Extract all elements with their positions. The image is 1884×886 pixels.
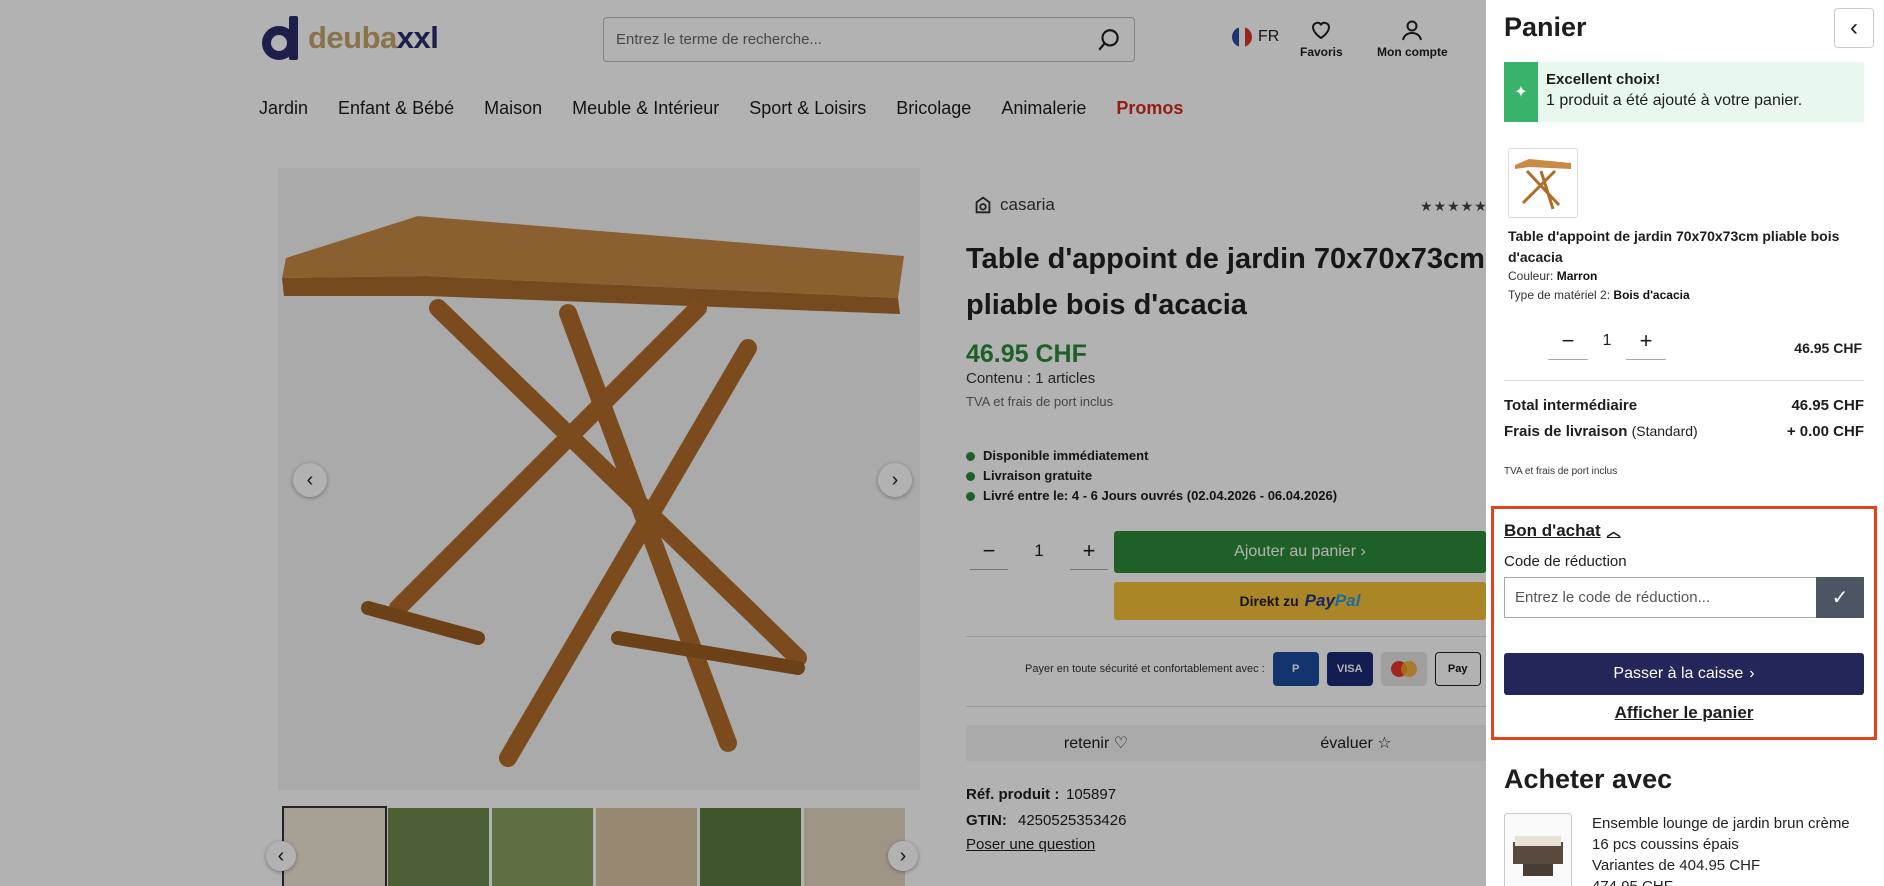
buy-with-heading: Acheter avec xyxy=(1504,764,1673,794)
quantity-value[interactable]: 1 xyxy=(1588,332,1626,350)
checkout-button[interactable]: Passer à la caisse › xyxy=(1504,653,1864,695)
notice-title: Excellent choix! xyxy=(1546,71,1661,88)
recommendation-text[interactable]: Ensemble lounge de jardin brun crème 16 … xyxy=(1592,813,1872,886)
table-thumbnail xyxy=(1515,159,1571,210)
divider xyxy=(1504,380,1864,381)
cart-title: Panier xyxy=(1504,12,1587,42)
shipping-type: (Standard) xyxy=(1631,423,1698,439)
recommendation-image[interactable] xyxy=(1504,813,1572,886)
tva-note: TVA et frais de port inclus xyxy=(1504,466,1618,477)
chevron-left-icon: ‹ xyxy=(1850,14,1858,41)
shipping-row: Frais de livraison (Standard) + 0.00 CHF xyxy=(1504,423,1864,440)
subtotal-row: Total intermédiaire 46.95 CHF xyxy=(1504,397,1864,414)
rec-line: 474.95 CHF xyxy=(1592,876,1872,886)
apply-code-button[interactable]: ✓ xyxy=(1816,577,1864,618)
rec-line: 16 pcs coussins épais xyxy=(1592,836,1739,853)
decrease-button[interactable]: − xyxy=(1548,322,1588,360)
close-drawer-button[interactable]: ‹ xyxy=(1834,8,1874,48)
shipping-label: Frais de livraison xyxy=(1504,423,1628,440)
voucher-toggle[interactable]: Bon d'achat ︿ xyxy=(1504,521,1621,541)
rec-line: Ensemble lounge de jardin brun crème xyxy=(1592,815,1850,832)
cart-item-color: Couleur: Marron xyxy=(1508,269,1598,283)
voucher-label: Bon d'achat xyxy=(1504,521,1601,540)
cart-item-name[interactable]: Table d'appoint de jardin 70x70x73cm pli… xyxy=(1508,226,1868,268)
chevron-up-icon: ︿ xyxy=(1606,523,1621,539)
cart-item-image[interactable] xyxy=(1508,148,1578,218)
cart-item-material: Type de matériel 2: Bois d'acacia xyxy=(1508,288,1690,302)
checkout-label: Passer à la caisse xyxy=(1613,665,1744,682)
notice-text: 1 produit a été ajouté à votre panier. xyxy=(1546,92,1803,109)
lounge-set-thumbnail xyxy=(1513,836,1563,876)
shipping-value: + 0.00 CHF xyxy=(1786,423,1864,440)
view-cart-link[interactable]: Afficher le panier xyxy=(1504,703,1864,723)
added-notice: ✦ Excellent choix! 1 produit a été ajouté… xyxy=(1504,62,1864,122)
page-overlay[interactable] xyxy=(0,0,1486,886)
subtotal-label: Total intermédiaire xyxy=(1504,397,1638,414)
cart-item-price: 46.95 CHF xyxy=(1794,340,1862,356)
rec-line: Variantes de 404.95 CHF xyxy=(1592,857,1761,874)
discount-code-field: ✓ xyxy=(1504,577,1864,618)
chevron-right-icon: › xyxy=(1749,665,1755,682)
cart-drawer: Panier ‹ ✦ Excellent choix! 1 produit a é… xyxy=(1486,0,1884,886)
cart-quantity-stepper: − 1 + xyxy=(1548,322,1666,360)
discount-code-input[interactable] xyxy=(1504,577,1816,618)
increase-button[interactable]: + xyxy=(1626,322,1666,360)
code-label: Code de réduction xyxy=(1504,553,1627,570)
check-icon: ✓ xyxy=(1831,587,1849,609)
subtotal-value: 46.95 CHF xyxy=(1791,397,1864,414)
party-icon: ✦ xyxy=(1504,62,1538,122)
